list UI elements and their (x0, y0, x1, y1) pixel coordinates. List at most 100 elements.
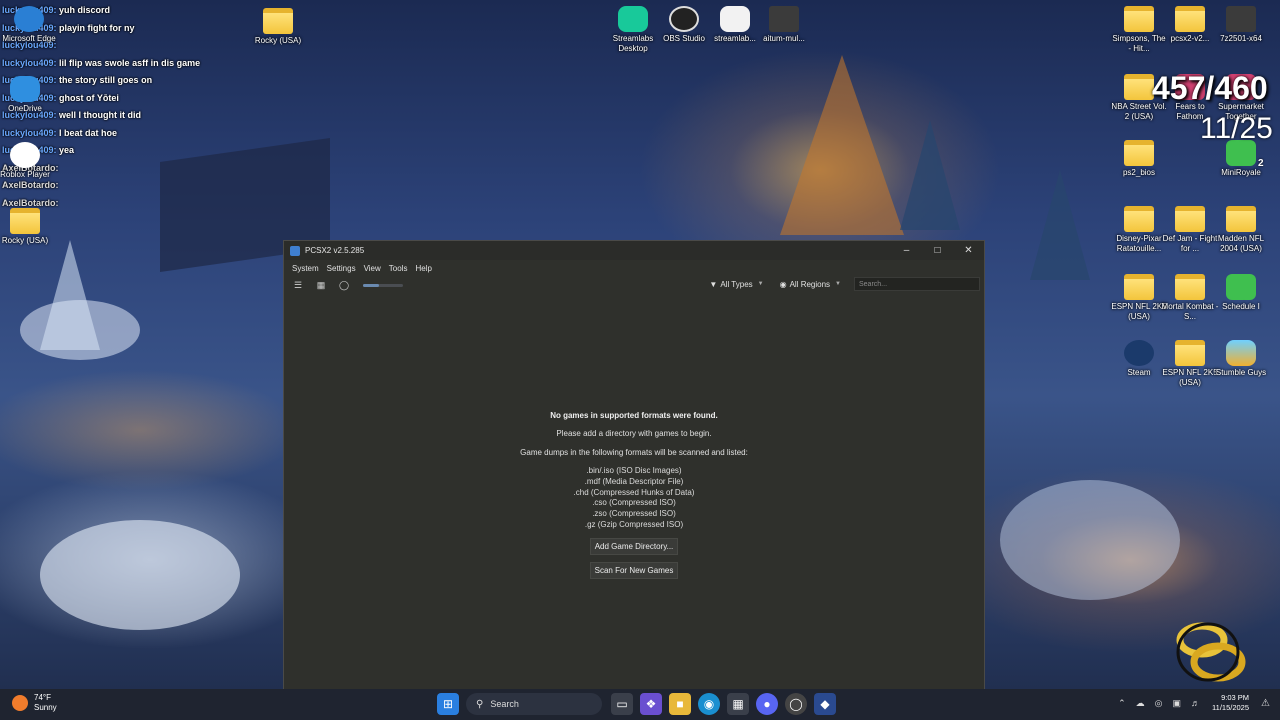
taskbar-search-label: Search (490, 699, 519, 709)
file-explorer-icon[interactable]: ■ (669, 693, 691, 715)
desktop-icon-roblox[interactable]: Roblox Player (0, 142, 54, 180)
chat-text: yea (59, 145, 75, 155)
menu-system[interactable]: System (288, 264, 323, 273)
desktop-icon-onedrive[interactable]: OneDrive (0, 76, 54, 114)
folder-icon (1175, 6, 1205, 32)
close-button[interactable]: ✕ (953, 241, 984, 260)
desktop-icon[interactable]: Def Jam - Fight for ... (1161, 206, 1219, 254)
desktop-icon[interactable]: Stumble Guys (1212, 340, 1270, 378)
tag-icon[interactable]: ◯ (336, 278, 352, 292)
desktop-icon[interactable]: 7z2501-x64 (1212, 6, 1270, 44)
menu-settings[interactable]: Settings (323, 264, 360, 273)
edge-icon[interactable]: ◉ (698, 693, 720, 715)
desktop-icon[interactable]: Madden NFL 2004 (USA) (1212, 206, 1270, 254)
format-item: .zso (Compressed ISO) (592, 509, 676, 519)
region-filter-dropdown[interactable]: ◉ All Regions ▼ (777, 277, 844, 291)
obs-icon[interactable]: ◯ (785, 693, 807, 715)
desktop-icon[interactable]: pcsx2-v2... (1161, 6, 1219, 44)
desktop-icon[interactable]: ESPN NFL 2K5 (USA) (1161, 340, 1219, 388)
minimize-button[interactable]: – (891, 241, 922, 260)
wallpaper-tree (1030, 170, 1090, 280)
chat-text: ghost of Yōtei (59, 92, 119, 103)
desktop-icon-edge[interactable]: Microsoft Edge (0, 6, 58, 44)
onedrive-icon (10, 76, 40, 102)
desktop-icon-label: Madden NFL 2004 (USA) (1217, 234, 1265, 253)
clock[interactable]: 9:03 PM 11/15/2025 (1212, 693, 1249, 713)
start-button[interactable]: ⊞ (437, 693, 459, 715)
desktop-icon-aitum[interactable]: aitum-mul... (755, 6, 813, 44)
chevron-up-icon[interactable]: ⌃ (1118, 698, 1126, 709)
volume-icon[interactable]: ♬ (1191, 698, 1200, 708)
clock-time: 9:03 PM (1221, 693, 1250, 702)
folder-icon (1124, 140, 1154, 166)
desktop-icon-streamlabs[interactable]: Streamlabs Desktop (604, 6, 662, 54)
filter-icon: ▼ (709, 279, 718, 289)
pcsx2-icon (290, 245, 300, 256)
notification-bell-icon[interactable]: ⚠ (1261, 698, 1270, 709)
menu-tools[interactable]: Tools (385, 264, 412, 273)
globe-icon: ◉ (779, 279, 787, 289)
chat-text: I beat dat hoe (59, 127, 118, 138)
list-view-icon[interactable]: ☰ (290, 278, 306, 292)
desktop-icon[interactable]: ESPN NFL 2K5 (USA) (1110, 274, 1168, 322)
weather-temp: 74°F (34, 693, 51, 702)
zoom-slider[interactable] (363, 283, 403, 287)
network-icon[interactable]: ▣ (1173, 698, 1182, 709)
window-titlebar[interactable]: PCSX2 v2.5.285 – □ ✕ (284, 241, 984, 260)
desktop-icon[interactable]: Schedule I (1212, 274, 1270, 312)
store-icon[interactable]: ▦ (727, 693, 749, 715)
discord-icon[interactable]: ● (756, 693, 778, 715)
chat-text: yuh discord (59, 5, 111, 15)
folder-icon (1175, 274, 1205, 300)
wallpaper-snow (20, 300, 140, 360)
menu-view[interactable]: View (360, 264, 385, 273)
system-tray: ⌃ ☁ ◎ ▣ ♬ 9:03 PM 11/15/2025 ⚠ (1108, 693, 1270, 713)
chat-text: lil flip was swole asff in dis game (59, 57, 201, 68)
chat-message: luckylou409: lil flip was swole asff in … (2, 55, 232, 73)
wallpaper-christmas-tree (780, 55, 904, 235)
pcsx2-icon[interactable]: ◆ (814, 693, 836, 715)
date-counter: 11/25 (1200, 112, 1273, 145)
desktop-icon-label: Simpsons, The - Hit... (1112, 34, 1166, 53)
folder-icon (10, 208, 40, 234)
microphone-icon[interactable]: ◎ (1155, 698, 1163, 709)
desktop-icon[interactable]: Disney-Pixar Ratatouille... (1110, 206, 1168, 254)
menu-help[interactable]: Help (411, 264, 435, 273)
desktop-icon-label: Disney-Pixar Ratatouille... (1116, 234, 1162, 253)
desktop-icon-rocky-left[interactable]: Rocky (USA) (0, 208, 54, 246)
desktop-icon-label: Def Jam - Fight for ... (1162, 234, 1218, 253)
desktop-icon[interactable]: Mortal Kombat - S... (1161, 274, 1219, 322)
desktop-icon-obs[interactable]: OBS Studio (655, 6, 713, 44)
folder-icon (263, 8, 293, 34)
taskbar-search[interactable]: ⚲ Search (466, 693, 602, 715)
type-filter-dropdown[interactable]: ▼ All Types ▼ (706, 277, 766, 291)
folder-icon (1175, 340, 1205, 366)
weather-icon (12, 695, 28, 711)
copilot-icon[interactable]: ❖ (640, 693, 662, 715)
chat-username: AxelBotardo: (2, 197, 59, 208)
format-item: .cso (Compressed ISO) (592, 498, 676, 508)
desktop-icon[interactable]: Simpsons, The - Hit... (1110, 6, 1168, 54)
zoom-slider-fill (363, 283, 379, 287)
desktop-icon-rocky-top[interactable]: Rocky (USA) (249, 8, 307, 46)
type-filter-value: All Types (720, 279, 753, 289)
add-game-directory-button[interactable]: Add Game Directory... (589, 537, 679, 555)
folder-icon (1124, 74, 1154, 100)
maximize-button[interactable]: □ (922, 241, 953, 260)
weather-widget[interactable]: 74°F Sunny (12, 693, 57, 713)
scan-new-games-button[interactable]: Scan For New Games (589, 561, 679, 579)
wallpaper-tree (900, 120, 960, 230)
notification-badge: 2 (1258, 158, 1264, 169)
format-item: .chd (Compressed Hunks of Data) (573, 487, 695, 497)
grid-view-icon[interactable]: ▦ (313, 278, 329, 292)
cloud-icon[interactable]: ☁ (1136, 698, 1145, 709)
desktop-icon[interactable]: ps2_bios (1110, 140, 1168, 178)
obs-icon (669, 6, 699, 32)
weather-desc: Sunny (34, 703, 57, 712)
folder-icon (1124, 206, 1154, 232)
desktop-icon[interactable]: Steam (1110, 340, 1168, 378)
task-view-icon[interactable]: ▭ (611, 693, 633, 715)
chevron-down-icon: ▼ (835, 281, 841, 287)
desktop-icon-label: 7z2501-x64 (1220, 34, 1262, 43)
search-input[interactable]: Search... (854, 277, 980, 291)
